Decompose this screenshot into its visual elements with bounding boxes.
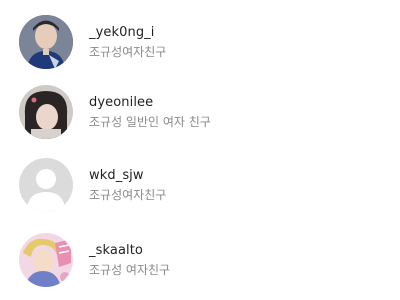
list-item[interactable]: dyeonilee 조규성 일반인 여자 친구 bbox=[0, 77, 400, 147]
list-item[interactable]: wkd_sjw 조규성여자친구 bbox=[0, 150, 400, 220]
username[interactable]: _skaalto bbox=[89, 242, 170, 259]
subtitle: 조규성 일반인 여자 친구 bbox=[89, 115, 211, 129]
subtitle: 조규성 여자친구 bbox=[89, 263, 171, 277]
username[interactable]: wkd_sjw bbox=[89, 167, 166, 184]
profile-photo-icon bbox=[19, 233, 73, 287]
profile-photo-icon bbox=[19, 85, 73, 139]
avatar[interactable] bbox=[19, 15, 73, 69]
profile-photo-icon bbox=[19, 15, 73, 69]
avatar[interactable] bbox=[19, 233, 73, 287]
subtitle: 조규성여자친구 bbox=[89, 188, 167, 202]
username[interactable]: dyeonilee bbox=[89, 94, 211, 111]
list-item[interactable]: _skaalto 조규성 여자친구 bbox=[0, 225, 400, 295]
default-avatar-icon bbox=[19, 158, 73, 212]
avatar[interactable] bbox=[19, 158, 73, 212]
avatar[interactable] bbox=[19, 85, 73, 139]
follower-list: _yek0ng_i 조규성여자친구 dyeonilee 조규성 일반인 여자 친… bbox=[0, 0, 400, 300]
username[interactable]: _yek0ng_i bbox=[89, 24, 166, 41]
list-item[interactable]: _yek0ng_i 조규성여자친구 bbox=[0, 7, 400, 77]
subtitle: 조규성여자친구 bbox=[89, 45, 167, 59]
